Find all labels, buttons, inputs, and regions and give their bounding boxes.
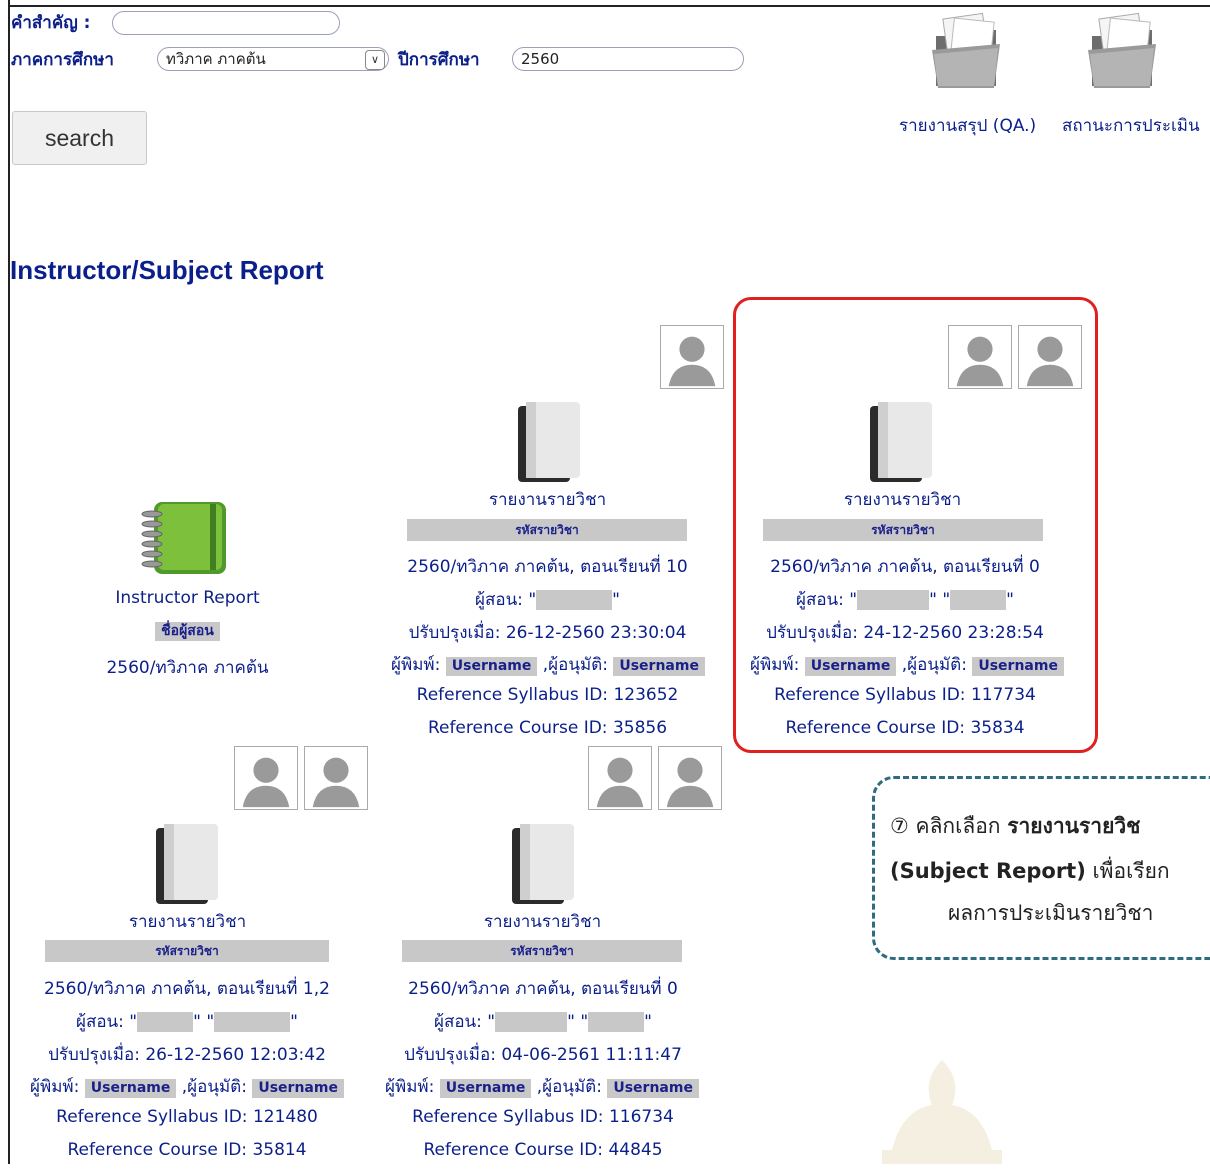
subject-code-badge: รหัสรายวิชา: [402, 940, 682, 962]
page-title: Instructor/Subject Report: [10, 255, 324, 285]
callout-line-2: (Subject Report) เพื่อเรียก: [890, 859, 1170, 883]
instructor-term: 2560/ทวิภาค ภาคต้น: [106, 658, 269, 678]
instructor-avatar: [304, 746, 368, 810]
search-button[interactable]: search: [12, 111, 147, 165]
subject-code-badge: รหัสรายวิชา: [45, 940, 329, 962]
year-input[interactable]: 2560: [512, 47, 744, 71]
semester-select[interactable]: ทวิภาค ภาคต้น: [157, 47, 389, 71]
instructor-avatar: [588, 746, 652, 810]
instructor-report-link[interactable]: Instructor Report: [40, 588, 335, 608]
subject-course-id: Reference Course ID: 35856: [427, 718, 668, 738]
subject-instructors: ผู้สอน: " " " ": [75, 1012, 298, 1032]
subject-term: 2560/ทวิภาค ภาคต้น, ตอนเรียนที่ 1,2: [44, 979, 330, 999]
instructor-notebook-icon[interactable]: [140, 500, 228, 576]
page-left-border: [8, 0, 10, 1164]
subject-syllabus-id: Reference Syllabus ID: 116734: [412, 1107, 674, 1127]
subject-report-link[interactable]: รายงานรายวิชา: [400, 486, 695, 513]
subject-course-id: Reference Course ID: 35814: [67, 1140, 307, 1160]
callout-line-3: ผลการประเมินรายวิชา: [948, 901, 1154, 925]
callout-line-1: ⑦ คลิกเลือก รายงานรายวิช: [890, 814, 1141, 838]
qa-summary-folder-icon[interactable]: [930, 10, 1002, 90]
evaluation-status-link[interactable]: สถานะการประเมิน: [1062, 112, 1200, 139]
subject-report-link[interactable]: รายงานรายวิชา: [395, 908, 690, 935]
instructor-avatar: [234, 746, 298, 810]
subject-syllabus-id: Reference Syllabus ID: 121480: [56, 1107, 318, 1127]
subject-report-link[interactable]: รายงานรายวิชา: [40, 908, 335, 935]
instructor-avatar: [658, 746, 722, 810]
subject-typist-approver: ผู้พิมพ์: Username ,ผู้อนุมัติ: Username: [17, 1073, 357, 1100]
subject-instructors: ผู้สอน: " " " ": [433, 1012, 652, 1032]
page-top-border: [8, 5, 1210, 7]
subject-updated: ปรับปรุงเมื่อ: 26-12-2560 23:30:04: [408, 623, 687, 643]
instructor-avatar: [660, 325, 724, 389]
subject-code-badge: รหัสรายวิชา: [407, 519, 687, 541]
semester-label: ภาคการศึกษา: [11, 50, 114, 70]
semester-selected-value: ทวิภาค ภาคต้น: [166, 50, 266, 68]
highlight-box: [733, 297, 1098, 753]
chevron-down-icon[interactable]: ∨: [365, 50, 385, 70]
subject-instructors: ผู้สอน: " ": [475, 590, 620, 610]
instructor-name-badge: ชื่อผู้สอน: [40, 620, 335, 641]
subject-typist-approver: ผู้พิมพ์: Username ,ผู้อนุมัติ: Username: [372, 1073, 712, 1100]
subject-typist-approver: ผู้พิมพ์: Username ,ผู้อนุมัติ: Username: [378, 651, 718, 678]
subject-report-book-icon[interactable]: [152, 822, 222, 906]
subject-term: 2560/ทวิภาค ภาคต้น, ตอนเรียนที่ 10: [407, 557, 688, 577]
year-label: ปีการศึกษา: [398, 50, 480, 70]
university-watermark-icon: [882, 1060, 1002, 1164]
evaluation-status-folder-icon[interactable]: [1086, 10, 1158, 90]
keyword-label: คำสำคัญ :: [11, 13, 91, 33]
subject-term: 2560/ทวิภาค ภาคต้น, ตอนเรียนที่ 0: [408, 979, 678, 999]
subject-report-book-icon[interactable]: [508, 822, 578, 906]
subject-updated: ปรับปรุงเมื่อ: 26-12-2560 12:03:42: [48, 1045, 326, 1065]
qa-summary-link[interactable]: รายงานสรุป (QA.): [899, 112, 1036, 139]
subject-syllabus-id: Reference Syllabus ID: 123652: [416, 685, 679, 705]
subject-updated: ปรับปรุงเมื่อ: 04-06-2561 11:11:47: [404, 1045, 682, 1065]
keyword-input[interactable]: [112, 11, 340, 35]
subject-report-book-icon[interactable]: [514, 400, 584, 484]
subject-course-id: Reference Course ID: 44845: [423, 1140, 663, 1160]
